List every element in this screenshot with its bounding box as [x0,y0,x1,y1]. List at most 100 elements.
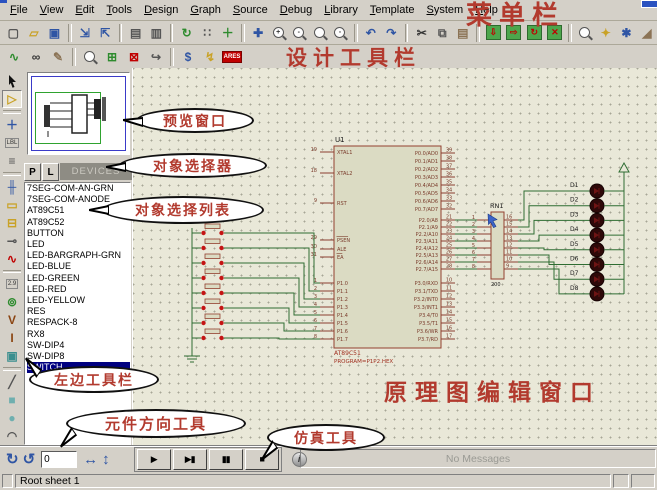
toggle-grid-icon[interactable]: ∷ [198,23,217,43]
play-button[interactable]: ▶ [137,449,171,470]
device-pins-mode-icon[interactable]: ⊸ [2,232,22,250]
device-item[interactable]: RESPACK-8 [27,317,130,328]
svg-text:16: 16 [506,215,512,221]
window-minimize-fragment[interactable] [641,0,657,8]
svg-text:P2.2/A10: P2.2/A10 [416,232,438,238]
device-item[interactable]: 7SEG-COM-AN-GRN [27,183,130,194]
graphics-arc-mode-icon[interactable]: ◠ [2,427,22,445]
device-item[interactable]: AT89C52 [27,217,130,228]
graph-mode-icon[interactable]: ∿ [2,250,22,268]
generator-mode-icon[interactable]: ⊚ [2,293,22,311]
menu-system[interactable]: System [421,2,470,18]
device-item[interactable]: LED-RED [27,284,130,295]
pick-device-icon[interactable] [576,23,595,43]
menu-graph[interactable]: Graph [184,2,227,18]
toolbar-separator [170,24,174,42]
device-item[interactable]: LED-BARGRAPH-GRN [27,250,130,261]
zoom-out-icon[interactable]: - [290,23,309,43]
menu-source[interactable]: Source [227,2,274,18]
menu-debug[interactable]: Debug [274,2,318,18]
menu-library[interactable]: Library [318,2,364,18]
undo-icon[interactable]: ↶ [362,23,381,43]
print-icon[interactable]: ▤ [126,23,145,43]
graphics-circle-mode-icon[interactable]: ● [2,409,22,427]
new-file-icon[interactable]: ▢ [4,23,23,43]
menu-edit[interactable]: Edit [69,2,100,18]
goto-sheet-icon[interactable]: ↪ [146,47,166,67]
graphics-box-mode-icon[interactable]: ■ [2,391,22,409]
svg-text:5: 5 [472,243,475,249]
design-explorer-icon[interactable] [80,47,100,67]
wire-label-mode-icon[interactable]: LBL [2,134,22,152]
terminals-mode-icon[interactable]: ⊟ [2,214,22,232]
mode-toolbar: ▷ ＋LBL≡ ╫▭⊟⊸∿ 2.9⊚VI▣ ╱■●◠ [0,68,24,445]
zoom-all-icon[interactable] [311,23,330,43]
origin-icon[interactable]: ＋ [219,23,238,43]
menu-tools[interactable]: Tools [100,2,138,18]
decompose-icon[interactable]: ◢ [638,23,657,43]
netlist-to-ares-icon[interactable]: ARES [222,47,242,67]
open-file-icon[interactable]: ▱ [25,23,44,43]
buses-mode-icon[interactable]: ╫ [2,178,22,196]
flip-horizontal-button[interactable]: ↔ [83,452,98,467]
component-mode-icon[interactable]: ▷ [2,90,22,108]
device-item[interactable]: LED [27,239,130,250]
new-sheet-icon[interactable]: ⊞ [102,47,122,67]
svg-text:P0.7/AD7: P0.7/AD7 [415,207,438,213]
search-and-tag-icon[interactable]: ∞ [26,47,46,67]
device-item[interactable]: LED-YELLOW [27,295,130,306]
current-probe-mode-icon[interactable]: I [2,329,22,347]
menu-design[interactable]: Design [138,2,184,18]
menu-view[interactable]: View [34,2,70,18]
pick-devices-button[interactable]: P [24,163,41,181]
redo-icon[interactable]: ↷ [382,23,401,43]
selection-pointer-icon[interactable] [2,72,22,90]
property-assignment-icon[interactable]: ✎ [48,47,68,67]
device-item[interactable]: LED-BLUE [27,261,130,272]
electrical-rule-check-icon[interactable]: ↯ [200,47,220,67]
zoom-area-icon[interactable]: ▫ [331,23,350,43]
wire-autorouter-icon[interactable]: ∿ [4,47,24,67]
import-section-icon[interactable]: ⇲ [76,23,95,43]
mark-output-area-icon[interactable]: ▥ [147,23,166,43]
subcircuit-mode-icon[interactable]: ▭ [2,196,22,214]
device-item[interactable]: BUTTON [27,228,130,239]
graphics-line-mode-icon[interactable]: ╱ [2,373,22,391]
flip-vertical-button[interactable]: ↕ [102,452,110,467]
voltage-probe-mode-icon[interactable]: V [2,311,22,329]
export-section-icon[interactable]: ⇱ [96,23,115,43]
text-script-mode-icon[interactable]: ≡ [2,152,22,170]
annotation-design-toolbar: 设计工具栏 [286,42,421,72]
device-item[interactable]: RX8 [27,329,130,340]
make-device-icon[interactable]: ✦ [597,23,616,43]
tape-recorder-mode-icon[interactable]: 2.9 [2,275,22,293]
step-button[interactable]: ▶▮ [173,449,207,470]
svg-text:18: 18 [311,168,317,174]
pause-button[interactable]: ▮▮ [209,449,243,470]
copy-icon[interactable]: ⧉ [433,23,452,43]
remove-sheet-icon[interactable]: ⊠ [124,47,144,67]
library-button[interactable]: L [42,163,59,181]
svg-text:P0.2/AD2: P0.2/AD2 [415,167,438,173]
cut-icon[interactable]: ✂ [412,23,431,43]
device-item[interactable]: SW-DIP8 [27,351,130,362]
menu-file[interactable]: File [4,2,34,18]
virtual-instruments-mode-icon[interactable]: ▣ [2,347,22,365]
junction-dot-mode-icon[interactable]: ＋ [2,116,22,134]
device-item[interactable]: SW-DIP4 [27,340,130,351]
packaging-tool-icon[interactable]: ✱ [617,23,636,43]
zoom-in-icon[interactable]: + [269,23,288,43]
pan-icon[interactable]: ✚ [249,23,268,43]
device-item[interactable]: LED-GREEN [27,273,130,284]
rotation-angle-input[interactable] [41,451,77,468]
menu-template[interactable]: Template [364,2,421,18]
svg-text:13: 13 [506,236,512,242]
save-file-icon[interactable]: ▣ [45,23,64,43]
svg-text:14: 14 [506,229,512,235]
bill-of-materials-icon[interactable]: $ [178,47,198,67]
refresh-display-icon[interactable]: ↻ [177,23,196,43]
preview-window[interactable] [27,72,130,155]
rotate-clockwise-button[interactable]: ↻ [6,452,19,467]
rotate-anticlockwise-button[interactable]: ↺ [23,452,36,467]
device-item[interactable]: RES [27,306,130,317]
